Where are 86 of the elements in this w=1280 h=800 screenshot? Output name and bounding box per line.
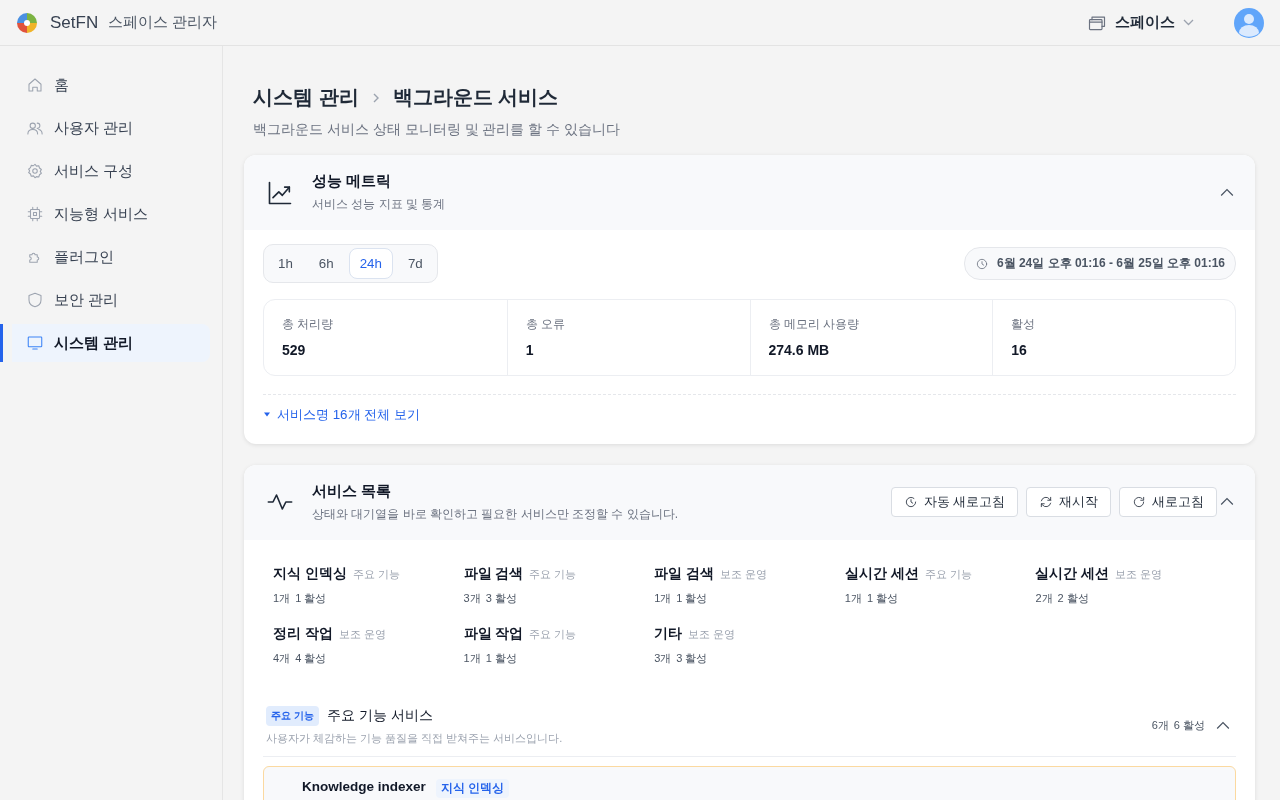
time-range-tab[interactable]: 1h xyxy=(267,248,304,279)
sidebar-item[interactable]: 플러그인 xyxy=(0,238,210,276)
group-active-count: 1 활성 xyxy=(676,590,708,606)
group-active-count: 1 활성 xyxy=(295,590,327,606)
time-range-tab[interactable]: 24h xyxy=(348,248,393,279)
logo-icon xyxy=(16,11,38,34)
group-name: 파일 검색 xyxy=(463,565,524,581)
toolbar-button[interactable]: 새로고침 xyxy=(1119,487,1217,517)
group-active-count: 1 활성 xyxy=(866,590,899,606)
stat-value: 529 xyxy=(282,342,307,358)
group-name: 지식 인덱싱 xyxy=(273,565,347,581)
group-name: 기타 xyxy=(654,625,683,641)
space-selector[interactable]: 스페이스 xyxy=(1115,13,1175,32)
refresh-icon xyxy=(1132,495,1146,509)
group-count: 1개 xyxy=(273,590,291,606)
sidebar-item[interactable]: 시스템 관리 xyxy=(0,324,210,362)
group-count: 1개 xyxy=(844,590,862,606)
service-tag: 지식 인덱싱 xyxy=(435,778,509,798)
group-name: 실시간 세션 xyxy=(1035,565,1110,581)
breadcrumb-item: 백그라운드 서비스 xyxy=(392,85,559,110)
date-range-chip[interactable]: 6월 24일 오후 01:16 - 6월 25일 오후 01:16 xyxy=(963,247,1236,280)
timer-icon xyxy=(903,495,918,509)
group-count: 4개 xyxy=(273,650,291,666)
stat-label: 총 오류 xyxy=(525,317,566,332)
sidebar-item[interactable]: 서비스 구성 xyxy=(0,152,210,190)
refresh-icon xyxy=(1039,495,1053,509)
clock-icon xyxy=(974,256,989,271)
section-active-count: 6 활성 xyxy=(1173,718,1205,733)
group-active-count: 4 활성 xyxy=(295,650,327,666)
service-row[interactable]: Knowledge indexer 지식 인덱싱 xyxy=(263,765,1236,800)
group-active-count: 1 활성 xyxy=(485,650,517,666)
card-subtitle: 서비스 성능 지표 및 통계 xyxy=(312,196,447,213)
monitor-icon xyxy=(26,334,44,352)
page-subtitle: 백그라운드 서비스 상태 모니터링 및 관리를 할 수 있습니다 xyxy=(253,121,622,139)
breadcrumb-item[interactable]: 시스템 관리 xyxy=(253,84,359,111)
group-active-count: 3 활성 xyxy=(676,650,708,666)
gear-icon xyxy=(26,162,44,180)
toolbar-button[interactable]: 자동 새로고침 xyxy=(890,487,1018,517)
group-tier-label: 주요 기능 xyxy=(529,627,577,640)
stat-label: 총 메모리 사용량 xyxy=(768,317,860,332)
sidebar-item[interactable]: 보안 관리 xyxy=(0,281,210,319)
chevron-right-icon xyxy=(372,92,379,103)
stat-value: 274.6 MB xyxy=(768,342,831,358)
shield-icon xyxy=(26,291,44,309)
brand-name: SetFN xyxy=(50,12,99,33)
app-title: 스페이스 관리자 xyxy=(108,13,218,32)
service-names-toggle[interactable]: 서비스명 16개 전체 보기 xyxy=(263,405,420,424)
group-name: 파일 작업 xyxy=(463,625,524,641)
stat-value: 16 xyxy=(1011,342,1028,358)
group-active-count: 3 활성 xyxy=(485,590,517,606)
sidebar-item[interactable]: 지능형 서비스 xyxy=(0,195,210,233)
group-active-count: 2 활성 xyxy=(1057,590,1089,606)
time-range-tab[interactable]: 7d xyxy=(396,248,434,279)
group-tier-label: 보조 운영 xyxy=(688,627,736,640)
sidebar-item[interactable]: 사용자 관리 xyxy=(0,109,210,147)
group-tier-label: 보조 운영 xyxy=(719,567,767,580)
group-count: 1개 xyxy=(463,650,481,666)
stat-label: 총 처리량 xyxy=(282,317,335,332)
group-name: 실시간 세션 xyxy=(844,565,919,581)
card-title: 성능 메트릭 xyxy=(312,172,393,191)
time-range-tab[interactable]: 6h xyxy=(307,248,345,279)
section-count: 6개 xyxy=(1151,718,1169,733)
group-count: 3개 xyxy=(463,590,481,606)
section-title: 주요 기능 서비스 xyxy=(326,706,433,725)
chip-icon xyxy=(26,205,44,223)
service-name: Knowledge indexer xyxy=(302,778,426,794)
group-count: 2개 xyxy=(1035,590,1053,606)
stat-value: 1 xyxy=(525,342,535,358)
card-subtitle: 상태와 대기열을 바로 확인하고 필요한 서비스만 조정할 수 있습니다. xyxy=(312,505,679,523)
group-tier-label: 보조 운영 xyxy=(1115,567,1163,580)
group-tier-label: 주요 기능 xyxy=(924,567,972,580)
card-title: 서비스 목록 xyxy=(312,481,393,501)
home-icon xyxy=(26,76,44,94)
group-name: 파일 검색 xyxy=(654,565,714,581)
stat-label: 활성 xyxy=(1011,317,1037,332)
group-tier-label: 주요 기능 xyxy=(352,567,400,580)
group-tier-label: 주요 기능 xyxy=(529,567,577,580)
tier-badge: 주요 기능 xyxy=(266,705,319,726)
sidebar-item[interactable]: 홈 xyxy=(0,66,210,104)
group-name: 정리 작업 xyxy=(273,625,333,641)
toolbar-button[interactable]: 재시작 xyxy=(1026,487,1111,517)
group-tier-label: 보조 운영 xyxy=(338,627,386,640)
group-count: 1개 xyxy=(654,590,672,606)
caret-down-icon xyxy=(263,412,271,417)
section-description: 사용자가 체감하는 기능 품질을 직접 받쳐주는 서비스입니다. xyxy=(266,730,564,746)
group-count: 3개 xyxy=(654,650,672,666)
